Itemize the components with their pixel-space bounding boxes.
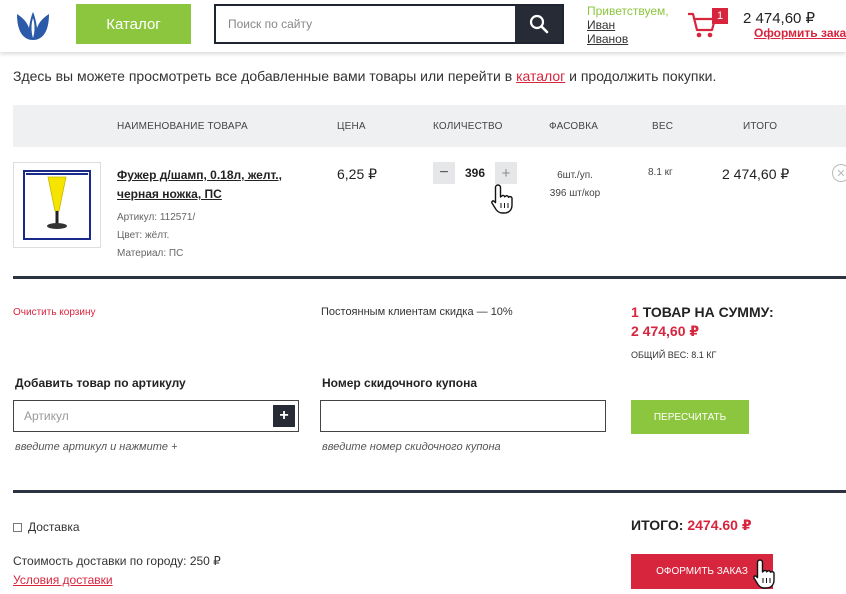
product-color: Цвет: жёлт. (117, 230, 170, 241)
header-total: Итого (743, 121, 778, 132)
cart-total[interactable]: 2 474,60 ₽ (743, 9, 815, 27)
user-last-name-link[interactable]: Иванов (587, 32, 669, 46)
coupon-hint: введите номер скидочного купона (322, 441, 501, 453)
product-article: Артикул: 112571/ (117, 212, 196, 223)
intro-catalog-link[interactable]: каталог (516, 68, 565, 84)
user-first-name-link[interactable]: Иван (587, 18, 669, 32)
user-greeting: Приветствуем, Иван Иванов (587, 4, 669, 46)
product-price: 6,25 ₽ (337, 166, 378, 182)
quantity-decrease-button[interactable]: − (433, 162, 455, 184)
grand-total-label: ИТОГО: (631, 517, 684, 533)
header-pack: Фасовка (549, 121, 599, 132)
catalog-button[interactable]: Каталог (76, 4, 191, 44)
pack-per-unit: 6шт./уп. (557, 170, 593, 181)
product-image[interactable] (13, 162, 101, 248)
search-button[interactable] (515, 6, 562, 42)
clear-cart-link[interactable]: Очистить корзину (13, 307, 96, 318)
recalculate-button[interactable]: ПЕРЕСЧИТАТЬ (631, 400, 749, 434)
coupon-input[interactable] (321, 401, 605, 431)
remove-item-button[interactable]: ✕ (832, 164, 846, 182)
quantity-increase-button[interactable]: + (495, 162, 517, 184)
delivery-checkbox[interactable] (13, 522, 22, 532)
delivery-option[interactable]: Доставка (13, 520, 80, 534)
grand-total-value: 2474.60 ₽ (687, 517, 752, 533)
product-pack: 6шт./уп. 396 шт/кор (540, 167, 610, 203)
add-article-button[interactable]: + (273, 405, 295, 427)
product-name-link[interactable]: Фужер д/шамп, 0.18л, желт., черная ножка… (117, 166, 307, 204)
hand-pointer-icon (491, 184, 513, 214)
greeting-text: Приветствуем, (587, 4, 669, 18)
header-name: Наименование товара (117, 121, 248, 132)
coupon-field (320, 400, 606, 432)
product-weight: 8.1 кг (648, 167, 673, 178)
product-material: Материал: ПС (117, 248, 184, 259)
pack-per-box: 396 шт/кор (549, 188, 601, 199)
cart-count-badge: 1 (712, 8, 728, 24)
discount-note: Постоянным клиентам скидка — 10% (321, 306, 513, 318)
hand-pointer-icon (753, 559, 775, 589)
header-price: Цена (337, 121, 366, 132)
section-divider (13, 276, 846, 279)
article-field (13, 400, 299, 432)
grand-total: ИТОГО: 2474.60 ₽ (631, 517, 752, 534)
summary-title: 1 ТОВАР НА СУММУ: (631, 304, 774, 320)
section-divider-2 (13, 490, 846, 493)
article-hint: введите артикул и нажмите + (15, 441, 178, 453)
search-input[interactable] (216, 6, 516, 42)
product-total: 2 474,60 ₽ (722, 166, 790, 182)
quantity-value[interactable]: 396 (458, 162, 492, 184)
delivery-terms-link[interactable]: Условия доставки (13, 573, 113, 587)
tulip-logo-icon[interactable] (13, 8, 53, 42)
search-form (214, 4, 564, 44)
article-input[interactable] (14, 401, 298, 431)
glass-image (23, 170, 91, 240)
summary-weight: ОБЩИЙ ВЕС: 8.1 КГ (631, 350, 717, 360)
coupon-label: Номер скидочного купона (322, 376, 477, 390)
summary-item-count: 1 (631, 304, 639, 320)
search-icon (529, 14, 548, 34)
delivery-cost: Стоимость доставки по городу: 250 ₽ (13, 554, 221, 568)
summary-label: ТОВАР НА СУММУ: (642, 304, 774, 320)
header-quantity: Количество (433, 121, 503, 132)
close-circle-icon: ✕ (836, 167, 846, 180)
intro-before: Здесь вы можете просмотреть все добавлен… (13, 68, 517, 84)
header-weight: Вес (652, 121, 674, 132)
intro-text: Здесь вы можете просмотреть все добавлен… (13, 68, 716, 84)
intro-after: и продолжить покупки. (565, 68, 717, 84)
article-label: Добавить товар по артикулу (15, 376, 186, 390)
header-checkout-link[interactable]: Оформить заказ (754, 26, 846, 40)
delivery-label: Доставка (28, 520, 80, 534)
site-header: Каталог Приветствуем, Иван Иванов 1 2 47… (0, 0, 846, 52)
summary-value: 2 474,60 ₽ (631, 323, 700, 339)
